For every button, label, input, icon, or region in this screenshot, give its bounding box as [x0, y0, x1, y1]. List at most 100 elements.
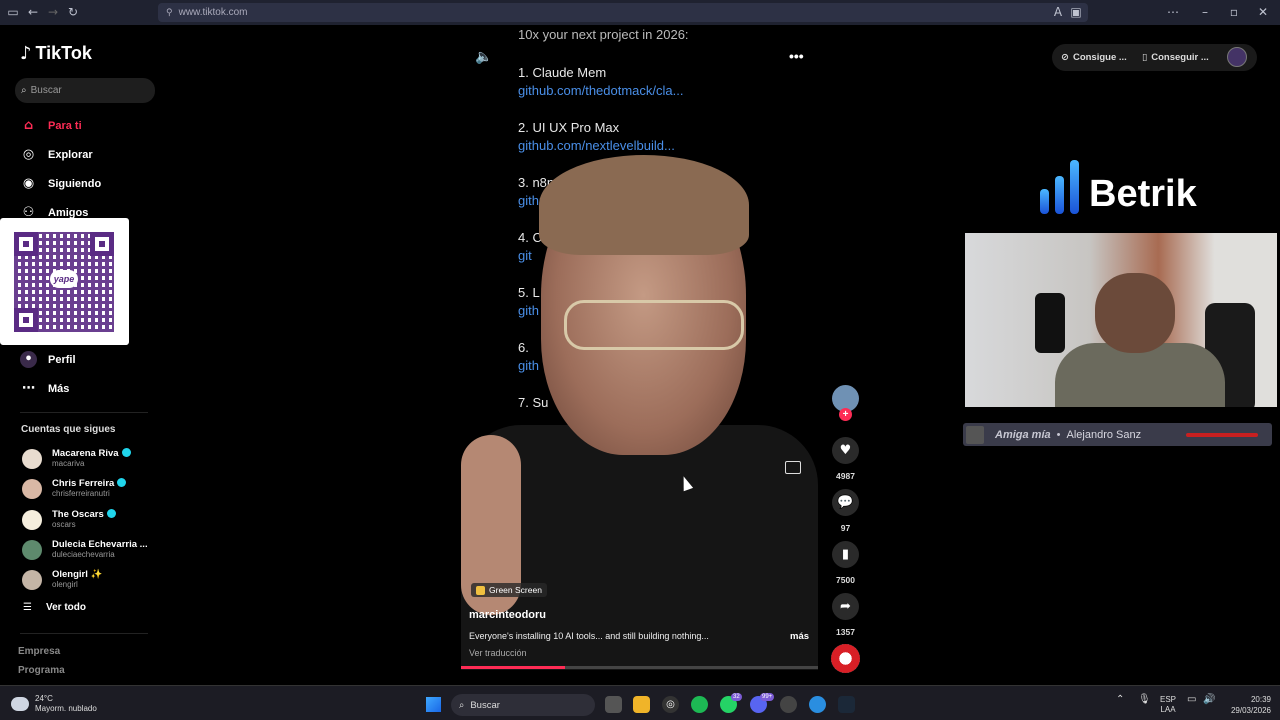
verified-icon	[117, 478, 127, 487]
maximize-icon[interactable]: ▫	[1224, 2, 1244, 22]
search-input[interactable]: ⌕ Buscar	[15, 78, 155, 103]
translate-link[interactable]: Ver traducción	[469, 648, 527, 658]
nav-item-explorar[interactable]: ◎ Explorar	[20, 146, 93, 163]
effect-icon	[476, 585, 485, 595]
following-account[interactable]: Dulecia Echevarria ... duleciaechevarria	[22, 539, 148, 560]
steam-icon[interactable]	[838, 696, 855, 713]
get-coins-label: Consigue ...	[1072, 52, 1127, 63]
video-text-line: 2. UI UX Pro Max	[518, 120, 620, 135]
close-icon[interactable]: ✕	[1253, 2, 1273, 22]
address-bar[interactable]: ⚲ www.tiktok.com	[158, 3, 1088, 22]
url-text: www.tiktok.com	[178, 7, 248, 18]
streamer-head	[1095, 273, 1175, 353]
progress-fill	[461, 666, 565, 669]
sidebar-toggle-icon[interactable]: ▭	[3, 2, 23, 22]
windows-start-icon[interactable]	[426, 697, 441, 712]
nav-item-para-ti[interactable]: ⌂ Para ti	[20, 117, 82, 134]
share-button[interactable]: ➦	[832, 593, 859, 620]
tray-expand-icon[interactable]: ⌃	[1116, 695, 1124, 705]
telegram-icon[interactable]	[809, 696, 826, 713]
following-account[interactable]: Macarena Riva macariva	[22, 448, 131, 469]
display-icon[interactable]: ▭	[1187, 695, 1196, 705]
yape-qr-code: yape	[0, 218, 129, 345]
following-account[interactable]: Olengirl ✨ olengirl	[22, 569, 102, 590]
clock-date: 29/03/2026	[1230, 706, 1271, 715]
audio-visualizer	[1186, 433, 1258, 437]
tiktok-logo[interactable]: ♪ TikTok	[20, 43, 92, 64]
minimize-icon[interactable]: –	[1195, 2, 1215, 22]
get-coins-button[interactable]: ⊘ Consigue ...	[1061, 52, 1127, 63]
more-icon: ⋯	[22, 381, 35, 396]
effect-label: Green Screen	[489, 585, 542, 595]
nav-item-mas[interactable]: ⋯ Más	[20, 380, 69, 397]
translate-icon[interactable]: A	[1048, 2, 1068, 22]
whatsapp-badge: 32	[731, 693, 742, 701]
forward-icon[interactable]: →	[43, 2, 63, 22]
video-options-icon[interactable]: •••	[789, 48, 804, 64]
taskbar-search[interactable]: ⌕ Buscar	[451, 694, 595, 716]
app-icon[interactable]	[780, 696, 797, 713]
music-disc-icon[interactable]	[831, 644, 860, 673]
task-view-icon[interactable]	[605, 696, 622, 713]
footer-link-programa[interactable]: Programa	[18, 665, 65, 676]
video-link-line: gith	[518, 303, 539, 318]
discord-badge: 99+	[760, 693, 775, 701]
save-button[interactable]: ▮	[832, 541, 859, 568]
speaker-icon[interactable]: 🔊	[1203, 695, 1215, 705]
nav-item-siguiendo[interactable]: ◉ Siguiendo	[20, 175, 101, 192]
weather-description: Mayorm. nublado	[35, 704, 97, 713]
song-separator: •	[1056, 428, 1061, 441]
betrik-logo: Betrik	[1040, 160, 1197, 214]
bookmark-icon: ▮	[841, 547, 850, 562]
like-count: 4987	[836, 471, 855, 481]
reader-icon[interactable]: ▣	[1066, 2, 1086, 22]
file-explorer-icon[interactable]	[633, 696, 650, 713]
following-icon: ◉	[22, 176, 35, 191]
browser-icon[interactable]: ◎	[662, 696, 679, 713]
reload-icon[interactable]: ↻	[63, 2, 83, 22]
site-info-icon[interactable]: ⚲	[166, 7, 173, 18]
presenter-glasses	[564, 300, 744, 350]
follow-plus-icon[interactable]: +	[839, 408, 852, 421]
keyboard-layout: LAA	[1160, 705, 1176, 714]
following-account[interactable]: The Oscars oscars	[22, 509, 116, 530]
more-button[interactable]: más	[790, 631, 809, 642]
search-icon: ⌕	[459, 699, 465, 711]
yape-logo: yape	[50, 270, 78, 288]
microphone	[1035, 293, 1065, 353]
back-icon[interactable]: ←	[23, 2, 43, 22]
see-all-link[interactable]: ☰ Ver todo	[20, 602, 86, 613]
picture-in-picture-icon[interactable]	[785, 461, 801, 474]
weather-widget[interactable]: 24°C Mayorm. nublado	[11, 694, 97, 714]
video-link-line: git	[518, 248, 532, 263]
windows-taskbar: 24°C Mayorm. nublado ⌕ Buscar ◎ 32 99+ ⌃…	[0, 685, 1280, 720]
qr-finder	[14, 308, 38, 332]
profile-avatar[interactable]	[1227, 47, 1247, 67]
song-artist: Alejandro Sanz	[1066, 428, 1142, 441]
following-account[interactable]: Chris Ferreira chrisferreiranutri	[22, 478, 127, 499]
language-indicator[interactable]: ESP LAA	[1160, 695, 1176, 715]
menu-icon[interactable]: ⋯	[1163, 2, 1183, 22]
like-button[interactable]: ♥	[832, 437, 859, 464]
nav-item-perfil[interactable]: • Perfil	[20, 351, 76, 368]
video-author[interactable]: marcinteodoru	[469, 609, 546, 621]
account-username: chrisferreiranutri	[52, 489, 110, 498]
video-progress-bar[interactable]	[461, 666, 818, 669]
presenter-hair	[539, 155, 749, 255]
nav-label: Perfil	[48, 353, 76, 366]
avatar	[22, 478, 42, 499]
footer-link-empresa[interactable]: Empresa	[18, 646, 60, 657]
compass-icon: ◎	[22, 147, 35, 162]
comment-button[interactable]: 💬	[832, 489, 859, 516]
nav-label: Para ti	[48, 119, 82, 132]
volume-icon[interactable]: 🔈	[475, 49, 492, 65]
microphone-icon[interactable]: 🎙	[1138, 695, 1151, 705]
get-app-button[interactable]: ▯ Conseguir ...	[1142, 52, 1209, 63]
avatar	[22, 539, 42, 560]
video-player[interactable]: 10x your next project in 2026: 1. Claude…	[461, 25, 818, 670]
clock[interactable]: 20:39 29/03/2026	[1226, 694, 1271, 716]
effect-tag[interactable]: Green Screen	[471, 583, 547, 597]
account-username: oscars	[52, 520, 76, 529]
betrik-wordmark: Betrik	[1089, 173, 1197, 215]
spotify-icon[interactable]	[691, 696, 708, 713]
